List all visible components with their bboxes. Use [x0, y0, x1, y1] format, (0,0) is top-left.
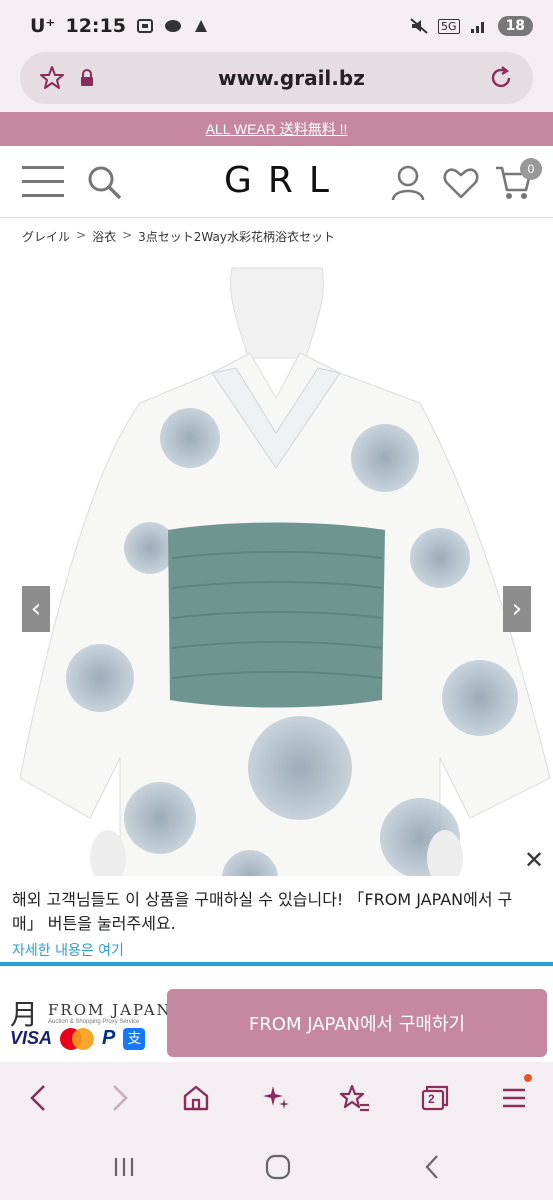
bookmarks-button[interactable] [334, 1080, 374, 1116]
breadcrumb-item-home[interactable]: グレイル [22, 228, 70, 245]
signal-icon [470, 22, 484, 33]
recent-apps-button[interactable] [106, 1152, 142, 1182]
promo-link[interactable]: ALL WEAR 送料無料 !! [206, 119, 348, 139]
bookmarks-star-icon [339, 1084, 369, 1112]
back-button[interactable] [18, 1080, 58, 1116]
forward-button[interactable] [100, 1080, 140, 1116]
from-japan-bar: 月 FROM JAPAN Auction & Shopping Proxy Se… [0, 966, 553, 1062]
previous-image-button[interactable]: ‹ [22, 586, 50, 632]
paypal-logo: P [102, 1027, 116, 1049]
home-button[interactable] [176, 1080, 216, 1116]
bookmark-star-icon[interactable] [38, 64, 66, 92]
ai-assistant-button[interactable] [256, 1080, 296, 1116]
mastercard-logo [60, 1027, 95, 1050]
favorite-heart-icon[interactable] [442, 166, 480, 200]
breadcrumb: グレイル > 浴衣 > 3点セット2Way水彩花柄浴衣セット [22, 228, 335, 245]
back-nav-button[interactable] [414, 1152, 450, 1182]
app-icon [194, 20, 207, 32]
home-circle-icon [265, 1154, 291, 1180]
breadcrumb-separator: > [76, 228, 87, 242]
back-chevron-icon [425, 1155, 438, 1179]
screenshot-icon [136, 19, 153, 33]
notification-dot [524, 1074, 532, 1082]
lock-icon [81, 69, 93, 86]
account-icon[interactable] [390, 164, 426, 202]
site-header: GRL 0 [0, 146, 553, 218]
next-image-button[interactable]: › [503, 586, 531, 632]
battery-level: 18 [497, 16, 533, 36]
hamburger-menu-icon [503, 1088, 525, 1108]
url-text[interactable]: www.grail.bz [96, 66, 487, 90]
from-japan-brand: FROM JAPAN [48, 1001, 172, 1019]
promo-banner[interactable]: ALL WEAR 送料無料 !! [0, 112, 553, 146]
tabs-button[interactable]: 2 [414, 1080, 454, 1116]
tab-count: 2 [428, 1092, 435, 1106]
breadcrumb-item-category[interactable]: 浴衣 [92, 228, 116, 245]
status-bar: U⁺ 12:15 5G 18 [0, 0, 553, 52]
alipay-logo: 支 [123, 1027, 146, 1050]
back-arrow-icon [30, 1085, 45, 1111]
network-badge: 5G [437, 18, 460, 34]
carrier-label: U⁺ [30, 15, 56, 37]
chat-icon [164, 20, 181, 32]
yukata-photo [19, 267, 551, 948]
menu-button[interactable] [494, 1080, 534, 1116]
notice-details-link[interactable]: 자세한 내용은 여기 [12, 940, 541, 960]
payment-methods: VISA P 支 [10, 1027, 146, 1050]
home-nav-button[interactable] [260, 1152, 296, 1182]
from-japan-tagline: Auction & Shopping Proxy Service [48, 1019, 140, 1025]
mute-icon [410, 18, 428, 34]
system-navigation [0, 1134, 553, 1200]
breadcrumb-item-product: 3点セット2Way水彩花柄浴衣セット [138, 230, 335, 244]
from-japan-buy-button[interactable]: FROM JAPAN에서 구매하기 [167, 989, 547, 1057]
notice-text: 해외 고객님들도 이 상품을 구매하실 수 있습니다! 「FROM JAPAN에… [12, 890, 513, 933]
reload-icon[interactable] [487, 64, 515, 92]
cart-count-badge: 0 [520, 158, 542, 180]
browser-address-area: www.grail.bz [0, 52, 553, 112]
home-icon [183, 1085, 209, 1111]
page: U⁺ 12:15 5G 18 www.grail.bz ALL WEAR 送料無… [0, 0, 553, 1200]
address-bar[interactable]: www.grail.bz [20, 52, 533, 104]
product-image[interactable]: ‹ › [0, 258, 553, 948]
clock: 12:15 [65, 15, 126, 37]
overseas-notice: 해외 고객님들도 이 상품을 구매하실 수 있습니다! 「FROM JAPAN에… [0, 876, 553, 962]
breadcrumb-separator: > [122, 228, 133, 242]
sparkle-icon [263, 1086, 289, 1109]
visa-logo: VISA [10, 1028, 53, 1048]
forward-arrow-icon [113, 1085, 128, 1111]
close-notice-button[interactable]: ✕ [522, 848, 546, 872]
browser-toolbar: 2 [0, 1062, 553, 1134]
recent-apps-icon [114, 1158, 134, 1176]
